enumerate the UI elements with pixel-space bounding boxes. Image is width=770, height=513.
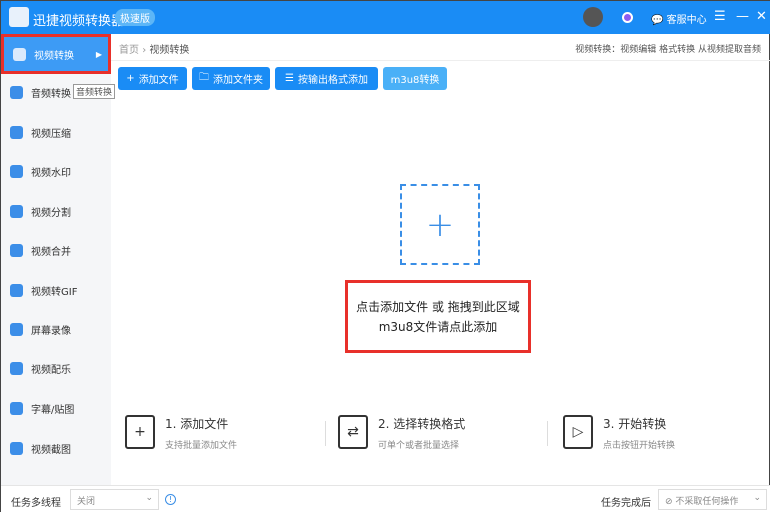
sidebar-item-label: 视频压缩 <box>31 125 71 140</box>
sidebar-item-label: 视频截图 <box>31 441 71 456</box>
info-icon[interactable]: ! <box>165 494 176 505</box>
screen-record-icon <box>10 323 23 336</box>
feature-hint: 视频转换：视频编辑 格式转换 从视频提取音频 <box>575 42 761 55</box>
sidebar-item-video-compress[interactable]: 视频压缩 <box>1 114 111 150</box>
app-title: 迅捷视频转换器 <box>33 10 124 29</box>
subtitle-icon <box>10 402 23 415</box>
sidebar-item-screenshot[interactable]: 视频截图 <box>1 430 111 466</box>
plus-icon: + <box>426 205 455 245</box>
m3u8-convert-button[interactable]: m3u8转换 <box>383 67 447 90</box>
step-choose-format: ⇄ 2. 选择转换格式可单个或者批量选择 <box>338 415 465 451</box>
button-label: 添加文件 <box>139 71 179 86</box>
sidebar-item-label: 视频转换 <box>34 47 74 62</box>
chevron-down-icon: ⌄ <box>753 493 761 503</box>
customer-service-button[interactable]: 💬 客服中心 <box>651 11 707 26</box>
service-label: 客服中心 <box>667 15 707 26</box>
chevron-down-icon: ⌄ <box>145 493 153 503</box>
swap-icon: ⇄ <box>338 415 368 449</box>
step-sub: 可单个或者批量选择 <box>378 438 465 451</box>
button-label: m3u8转换 <box>391 71 440 86</box>
threads-select[interactable]: 关闭 ⌄ <box>70 489 159 510</box>
sidebar-item-video-convert[interactable]: 视频转换 ▶ <box>1 34 111 74</box>
step-start-convert: ▷ 3. 开始转换点击按钮开始转换 <box>563 415 675 451</box>
sidebar-item-screen-record[interactable]: 屏幕录像 <box>1 311 111 347</box>
sidebar-item-label: 视频转GIF <box>31 283 77 298</box>
breadcrumb: 首页 › 视频转换 <box>119 41 189 56</box>
merge-icon <box>10 244 23 257</box>
edition-badge: 极速版 <box>115 9 155 26</box>
close-icon[interactable]: ✕ <box>756 9 767 24</box>
button-label: 按输出格式添加 <box>298 71 368 86</box>
sidebar-item-label: 字幕/贴图 <box>31 401 74 416</box>
sidebar-item-subtitle[interactable]: 字幕/贴图 <box>1 390 111 426</box>
audio-icon <box>10 86 23 99</box>
gif-icon <box>10 284 23 297</box>
m3u8-hint: m3u8文件请点此添加 <box>348 317 528 337</box>
minimize-icon[interactable]: — <box>736 9 749 24</box>
divider <box>325 421 326 446</box>
step-sub: 点击按钮开始转换 <box>603 438 675 451</box>
divider <box>547 421 548 446</box>
add-file-icon: + <box>125 415 155 449</box>
video-convert-icon <box>13 48 26 61</box>
breadcrumb-home[interactable]: 首页 <box>119 45 139 56</box>
watermark-icon <box>10 165 23 178</box>
add-folder-button[interactable]: 🗀 添加文件夹 <box>192 67 270 90</box>
add-by-format-button[interactable]: ☰ 按输出格式添加 <box>275 67 378 90</box>
sidebar-item-label: 屏幕录像 <box>31 322 71 337</box>
split-icon <box>10 205 23 218</box>
step-sub: 支持批量添加文件 <box>165 438 237 451</box>
sidebar-item-gif[interactable]: 视频转GIF <box>1 272 111 308</box>
compress-icon <box>10 126 23 139</box>
title-bar: 迅捷视频转换器 极速版 💬 客服中心 ☰ — ✕ <box>1 1 770 34</box>
plus-icon: + <box>126 73 134 84</box>
breadcrumb-sep: › <box>142 45 146 56</box>
list-icon: ☰ <box>285 73 294 84</box>
step-title: 3. 开始转换 <box>603 415 675 432</box>
menu-icon[interactable]: ☰ <box>714 9 726 24</box>
drop-zone-text[interactable]: 点击添加文件 或 拖拽到此区域m3u8文件请点此添加 <box>345 280 531 353</box>
after-label: 任务完成后 <box>601 494 651 509</box>
threads-label: 任务多线程 <box>11 494 61 509</box>
sidebar-item-label: 视频合并 <box>31 243 71 258</box>
breadcrumb-current: 视频转换 <box>149 45 189 56</box>
add-file-button[interactable]: + 添加文件 <box>118 67 187 90</box>
after-value: 不采取任何操作 <box>675 497 738 507</box>
chat-icon: 💬 <box>651 15 663 26</box>
vip-icon[interactable] <box>622 12 633 23</box>
screenshot-icon <box>10 442 23 455</box>
sidebar-item-music[interactable]: 视频配乐 <box>1 350 111 386</box>
sidebar-item-label: 视频配乐 <box>31 361 71 376</box>
sidebar-item-label: 视频分割 <box>31 204 71 219</box>
ban-icon: ⊘ <box>665 497 673 507</box>
clapper-play-icon: ▷ <box>563 415 593 449</box>
step-title: 1. 添加文件 <box>165 415 237 432</box>
threads-value: 关闭 <box>77 497 95 507</box>
tooltip: 音频转换 <box>73 84 115 99</box>
sidebar-item-merge[interactable]: 视频合并 <box>1 232 111 268</box>
drop-zone[interactable]: + <box>400 184 480 265</box>
sidebar-item-watermark[interactable]: 视频水印 <box>1 153 111 189</box>
avatar[interactable] <box>583 7 603 27</box>
music-icon <box>10 362 23 375</box>
button-label: 添加文件夹 <box>213 71 263 86</box>
arrow-right-icon: ▶ <box>96 50 102 59</box>
step-add-file: +1. 添加文件支持批量添加文件 <box>125 415 237 451</box>
after-complete-select[interactable]: ⊘ 不采取任何操作 ⌄ <box>658 489 767 510</box>
bottom-bar: 任务多线程 关闭 ⌄ ! 任务完成后 ⊘ 不采取任何操作 ⌄ <box>1 485 770 513</box>
sidebar-item-split[interactable]: 视频分割 <box>1 193 111 229</box>
divider <box>111 60 770 61</box>
folder-icon: 🗀 <box>199 70 209 87</box>
sidebar-item-label: 视频水印 <box>31 164 71 179</box>
drop-hint: 点击添加文件 或 拖拽到此区域 <box>348 297 528 317</box>
sidebar: 视频转换 ▶ 音频转换 视频压缩 视频水印 视频分割 视频合并 视频转GIF 屏幕… <box>1 34 111 485</box>
step-title: 2. 选择转换格式 <box>378 415 465 432</box>
sidebar-item-label: 音频转换 <box>31 85 71 100</box>
app-logo-icon <box>9 7 29 27</box>
